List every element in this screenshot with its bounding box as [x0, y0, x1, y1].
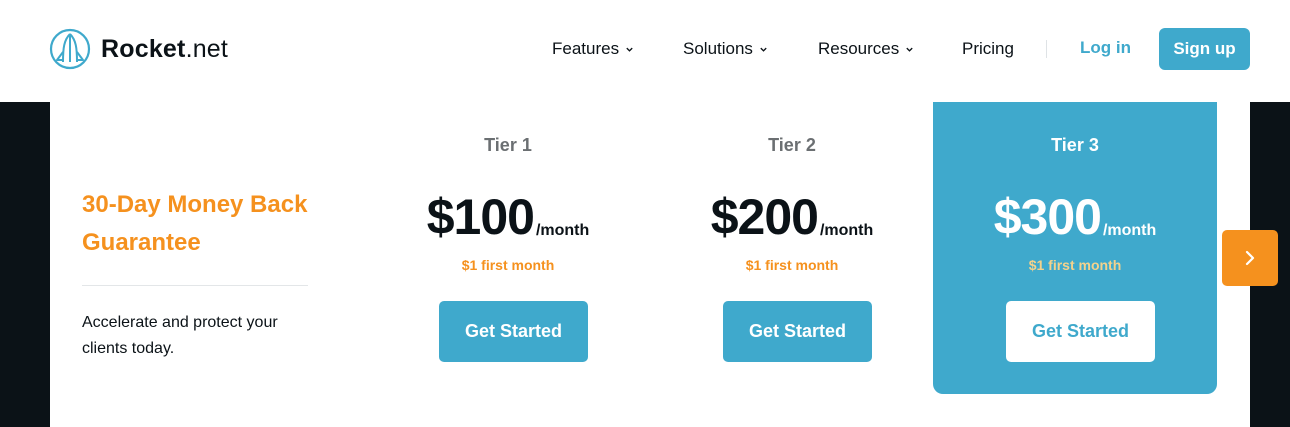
- guarantee-title: 30-Day Money Back Guarantee: [82, 191, 308, 256]
- chevron-down-icon: [906, 47, 913, 52]
- promo-text: $1 first month: [1028, 257, 1122, 273]
- price-amount: $100: [426, 189, 535, 245]
- get-started-button[interactable]: Get Started: [439, 301, 588, 362]
- tier-2-column: Tier 2 $200 /month $1 first month Get St…: [650, 102, 934, 394]
- nav-pricing-label: Pricing: [962, 39, 1014, 58]
- tier-price: $100 /month: [366, 192, 650, 242]
- promo-text: $1 first month: [745, 257, 839, 273]
- chevron-down-icon: [626, 47, 633, 52]
- nav-pricing[interactable]: Pricing: [962, 38, 1014, 60]
- promo-text: $1 first month: [461, 257, 555, 273]
- price-amount: $200: [710, 189, 819, 245]
- rocket-logo-icon: [49, 28, 91, 70]
- tier-price: $200 /month: [650, 192, 934, 242]
- tier-name: Tier 3: [1051, 135, 1099, 155]
- tier-name: Tier 2: [768, 135, 816, 155]
- nav-features[interactable]: Features: [552, 38, 634, 60]
- tier-name: Tier 1: [484, 135, 532, 155]
- pricing-card: 30-Day Money Back Guarantee Accelerate a…: [50, 102, 1250, 427]
- next-slide-button[interactable]: [1222, 230, 1278, 286]
- tier-1-column: Tier 1 $100 /month $1 first month Get St…: [366, 102, 650, 394]
- logo[interactable]: Rocket.net: [49, 28, 228, 70]
- nav-resources[interactable]: Resources: [818, 38, 914, 60]
- nav-solutions-label: Solutions: [683, 39, 753, 58]
- logo-text: Rocket.net: [101, 34, 229, 63]
- chevron-down-icon: [760, 47, 767, 52]
- chevron-right-icon: [1245, 250, 1255, 266]
- nav-features-label: Features: [552, 39, 620, 58]
- price-unit: /month: [1102, 222, 1157, 239]
- site-header: Rocket.net Features Solutions Resources …: [0, 0, 1290, 102]
- tier-3-column: Tier 3 $300 /month $1 first month Get St…: [933, 102, 1217, 394]
- signup-button[interactable]: Sign up: [1159, 28, 1250, 70]
- price-unit: /month: [819, 222, 874, 239]
- divider: [82, 285, 308, 286]
- login-link[interactable]: Log in: [1080, 38, 1131, 58]
- tagline: Accelerate and protect your clients toda…: [82, 314, 278, 357]
- tier-price: $300 /month: [933, 192, 1217, 242]
- nav-solutions[interactable]: Solutions: [683, 38, 768, 60]
- get-started-button[interactable]: Get Started: [723, 301, 872, 362]
- nav-resources-label: Resources: [818, 39, 900, 58]
- get-started-button[interactable]: Get Started: [1006, 301, 1155, 362]
- price-unit: /month: [535, 222, 590, 239]
- nav-divider: [1046, 40, 1047, 58]
- price-amount: $300: [993, 189, 1102, 245]
